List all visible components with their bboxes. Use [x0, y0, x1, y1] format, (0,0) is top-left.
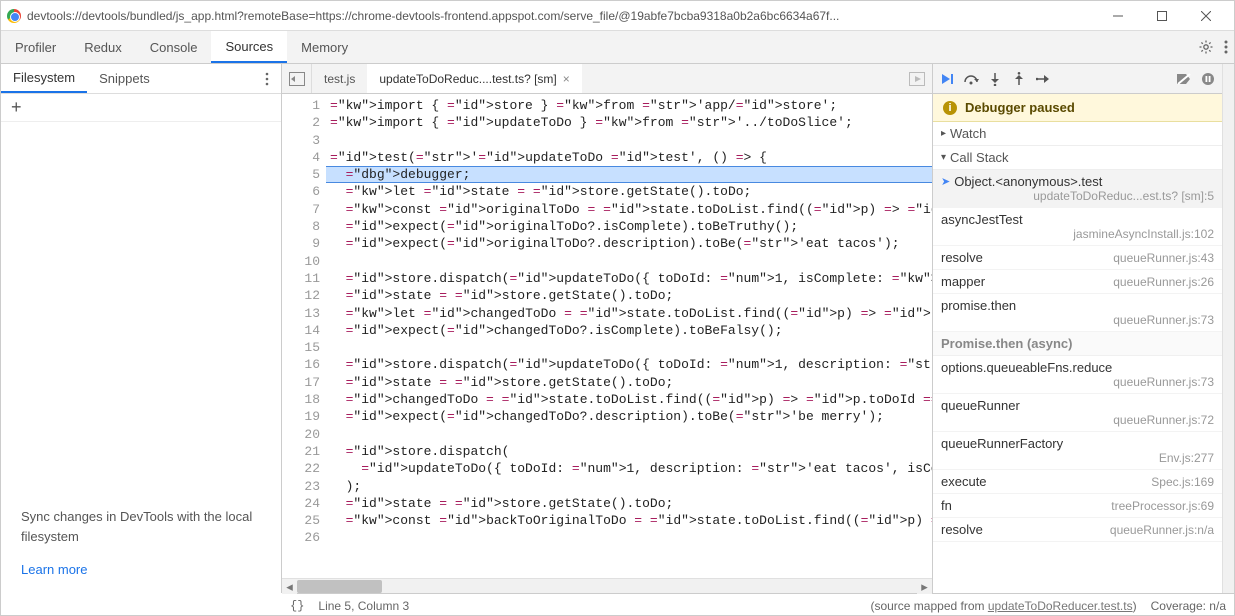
filesystem-sync-message: Sync changes in DevTools with the local …	[1, 491, 281, 562]
callstack-frame[interactable]: promise.thenqueueRunner.js:73	[933, 294, 1222, 332]
code-editor[interactable]: 1234567891011121314151617181920212223242…	[282, 94, 932, 578]
close-tab-icon[interactable]: ×	[563, 72, 570, 86]
pretty-print-icon[interactable]: {}	[290, 599, 304, 613]
kebab-menu-icon[interactable]	[1224, 39, 1228, 55]
window-minimize-button[interactable]	[1096, 1, 1140, 31]
editor-panel: test.jsupdateToDoReduc....test.ts? [sm]×…	[282, 64, 932, 593]
callstack-section-header[interactable]: ▾Call Stack	[933, 146, 1222, 170]
callstack-frame[interactable]: queueRunnerqueueRunner.js:72	[933, 394, 1222, 432]
sourcemap-info: (source mapped from updateToDoReducer.te…	[870, 599, 1136, 613]
toggle-debugger-icon[interactable]	[902, 64, 932, 93]
file-tab[interactable]: test.js	[312, 64, 367, 93]
devtools-tab-redux[interactable]: Redux	[70, 31, 136, 63]
window-close-button[interactable]	[1184, 1, 1228, 31]
async-divider: Promise.then (async)	[933, 332, 1222, 356]
callstack-frame[interactable]: fntreeProcessor.js:69	[933, 494, 1222, 518]
coverage-info: Coverage: n/a	[1151, 599, 1226, 613]
gear-icon[interactable]	[1198, 39, 1214, 55]
devtools-tab-console[interactable]: Console	[136, 31, 212, 63]
callstack-frame[interactable]: executeSpec.js:169	[933, 470, 1222, 494]
step-out-icon[interactable]	[1011, 71, 1027, 87]
debugger-paused-banner: i Debugger paused	[933, 94, 1222, 122]
callstack-frame[interactable]: resolvequeueRunner.js:n/a	[933, 518, 1222, 542]
callstack-frame[interactable]: asyncJestTestjasmineAsyncInstall.js:102	[933, 208, 1222, 246]
editor-horizontal-scrollbar[interactable]: ◂ ▸	[282, 578, 932, 593]
toggle-navigator-icon[interactable]	[282, 64, 312, 93]
add-folder-button[interactable]: +	[1, 94, 281, 122]
info-icon: i	[943, 101, 957, 115]
devtools-tabbar: ProfilerReduxConsoleSourcesMemory	[1, 31, 1234, 64]
step-icon[interactable]	[1035, 71, 1051, 87]
callstack-frame[interactable]: options.queueableFns.reducequeueRunner.j…	[933, 356, 1222, 394]
file-tab[interactable]: updateToDoReduc....test.ts? [sm]×	[367, 64, 581, 93]
chrome-icon	[7, 9, 21, 23]
sourcemap-link[interactable]: updateToDoReducer.test.ts	[988, 599, 1133, 613]
current-frame-arrow-icon: ➤	[941, 175, 950, 188]
window-maximize-button[interactable]	[1140, 1, 1184, 31]
callstack-frame[interactable]: mapperqueueRunner.js:26	[933, 270, 1222, 294]
callstack-frame[interactable]: ➤Object.<anonymous>.testupdateToDoReduc.…	[933, 170, 1222, 208]
resume-icon[interactable]	[939, 71, 955, 87]
step-over-icon[interactable]	[963, 71, 979, 87]
deactivate-breakpoints-icon[interactable]	[1176, 71, 1192, 87]
devtools-tab-sources[interactable]: Sources	[211, 31, 287, 63]
devtools-tab-memory[interactable]: Memory	[287, 31, 362, 63]
devtools-tab-profiler[interactable]: Profiler	[1, 31, 70, 63]
navigator-tab-snippets[interactable]: Snippets	[87, 64, 162, 93]
debugger-panel: i Debugger paused ▸Watch ▾Call Stack ➤Ob…	[932, 64, 1222, 593]
scroll-left-arrow-icon[interactable]: ◂	[282, 579, 297, 594]
window-url: devtools://devtools/bundled/js_app.html?…	[27, 9, 1096, 23]
callstack-frame[interactable]: resolvequeueRunner.js:43	[933, 246, 1222, 270]
pause-on-exceptions-icon[interactable]	[1200, 71, 1216, 87]
learn-more-link[interactable]: Learn more	[21, 562, 87, 577]
watch-section-header[interactable]: ▸Watch	[933, 122, 1222, 146]
window-titlebar: devtools://devtools/bundled/js_app.html?…	[1, 1, 1234, 31]
navigator-panel: FilesystemSnippets + Sync changes in Dev…	[1, 64, 282, 593]
status-bar: {} Line 5, Column 3 (source mapped from …	[282, 593, 1234, 616]
step-into-icon[interactable]	[987, 71, 1003, 87]
cursor-position: Line 5, Column 3	[318, 599, 409, 613]
scroll-right-arrow-icon[interactable]: ▸	[917, 579, 932, 594]
navigator-more-icon[interactable]	[253, 64, 281, 93]
callstack-frame[interactable]: queueRunnerFactoryEnv.js:277	[933, 432, 1222, 470]
navigator-tab-filesystem[interactable]: Filesystem	[1, 64, 87, 93]
right-vertical-scrollbar[interactable]	[1222, 64, 1234, 593]
